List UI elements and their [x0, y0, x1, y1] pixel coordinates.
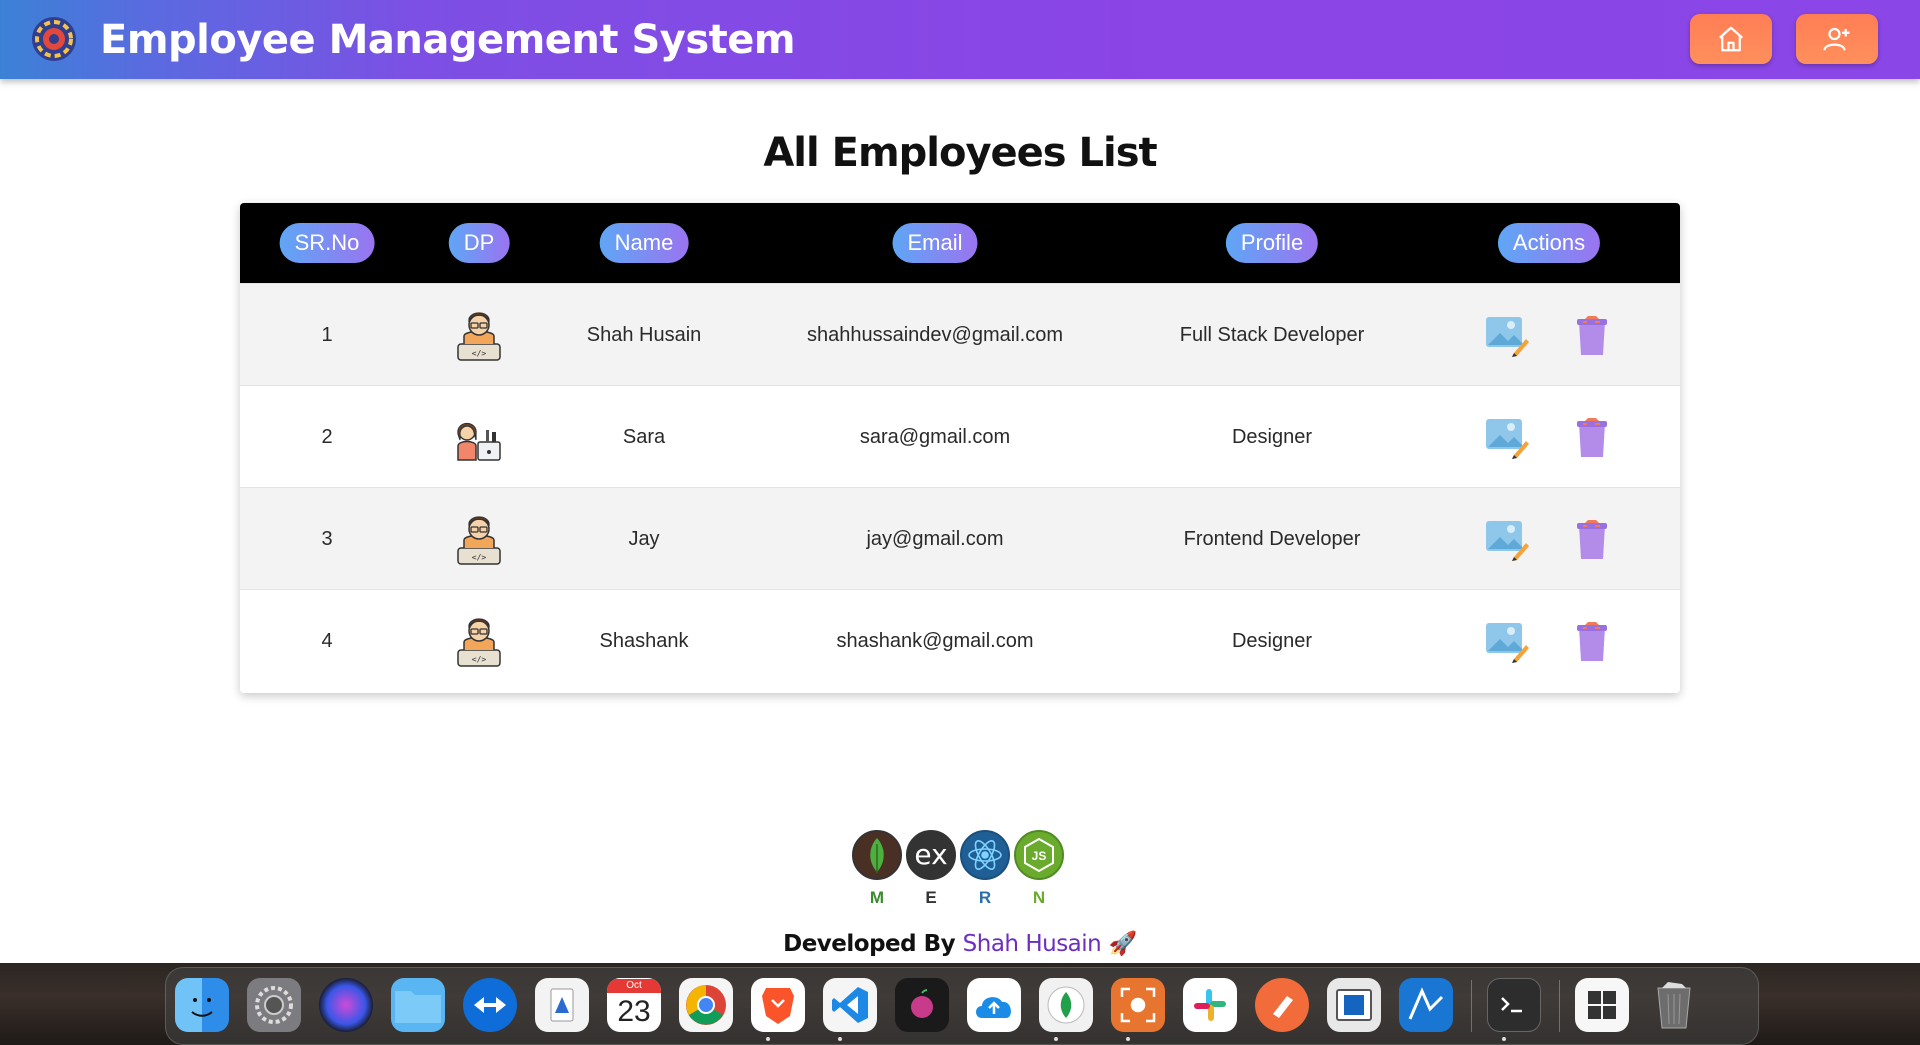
- avatar-female-developer-icon: [457, 422, 501, 461]
- cell-name: Jay: [628, 528, 660, 550]
- cell-srno: 4: [321, 630, 333, 652]
- preview-icon[interactable]: [535, 978, 589, 1032]
- table-row: 4 </> Shashank shashank@gmail.com Design…: [240, 589, 1680, 691]
- add-employee-button[interactable]: [1796, 14, 1878, 64]
- teamviewer-icon[interactable]: [463, 978, 517, 1032]
- edit-icon[interactable]: [1484, 315, 1530, 357]
- cell-name: Shashank: [599, 630, 689, 652]
- employees-table: SR.No DP Name Email Profile Actions 1 </…: [240, 203, 1680, 693]
- column-header-actions: Actions: [1497, 223, 1601, 263]
- cell-email: shahhussaindev@gmail.com: [807, 324, 1063, 346]
- cloud-upload-icon[interactable]: [967, 978, 1021, 1032]
- delete-icon[interactable]: [1569, 315, 1615, 357]
- stack-letter-m: M: [869, 888, 885, 907]
- svg-text:</>: </>: [472, 553, 487, 562]
- mongodb-compass-icon[interactable]: [1039, 978, 1093, 1032]
- table-header: SR.No DP Name Email Profile Actions: [240, 203, 1680, 283]
- delete-icon[interactable]: [1569, 621, 1615, 663]
- cell-name: Sara: [622, 426, 666, 448]
- developer-credit: Developed By Shah Husain 🚀: [0, 930, 1920, 957]
- column-header-profile: Profile: [1225, 223, 1319, 263]
- avatar-male-developer-icon: </>: [457, 516, 501, 565]
- chrome-icon[interactable]: [679, 978, 733, 1032]
- stack-letter-n: N: [1032, 888, 1046, 907]
- cell-email: shashank@gmail.com: [836, 630, 1034, 652]
- slack-icon[interactable]: [1183, 978, 1237, 1032]
- table-row: 2 Sara sara@gmail.com Designer: [240, 385, 1680, 487]
- column-header-name: Name: [599, 223, 689, 263]
- vscode-icon[interactable]: [823, 978, 877, 1032]
- react-icon: [960, 830, 1010, 880]
- calendar-icon[interactable]: Oct 23: [607, 978, 661, 1032]
- siri-icon[interactable]: [319, 978, 373, 1032]
- dock-separator: [1559, 980, 1560, 1032]
- author-link[interactable]: Shah Husain: [963, 931, 1102, 957]
- cell-profile: Full Stack Developer: [1179, 324, 1365, 346]
- avatar-male-developer-icon: </>: [457, 618, 501, 667]
- app-logo-icon: [32, 17, 76, 61]
- express-icon: ex: [906, 830, 956, 880]
- mern-stack-logos: ex JS: [852, 830, 1072, 890]
- table-row: 3 </> Jay jay@gmail.com Frontend Develop…: [240, 487, 1680, 589]
- table-row: 1 </> Shah Husain shahhussaindev@gmail.c…: [240, 283, 1680, 385]
- cell-profile: Designer: [1231, 426, 1313, 448]
- cell-srno: 2: [321, 426, 333, 448]
- running-indicator: [1126, 1037, 1130, 1041]
- brave-icon[interactable]: [751, 978, 805, 1032]
- cell-profile: Frontend Developer: [1183, 528, 1361, 550]
- system-preferences-icon[interactable]: [247, 978, 301, 1032]
- cell-name: Shah Husain: [586, 324, 702, 346]
- rocket-icon: 🚀: [1108, 931, 1138, 957]
- trash-icon[interactable]: [1647, 978, 1701, 1032]
- home-icon: [1719, 26, 1743, 52]
- cell-email: jay@gmail.com: [866, 528, 1004, 550]
- edit-icon[interactable]: [1484, 417, 1530, 459]
- running-indicator: [838, 1037, 842, 1041]
- finder-icon[interactable]: [175, 978, 229, 1032]
- cell-profile: Designer: [1231, 630, 1313, 652]
- page-title: All Employees List: [763, 130, 1157, 176]
- app-title: Employee Management System: [100, 17, 796, 63]
- delete-icon[interactable]: [1569, 519, 1615, 561]
- virtualbox-icon[interactable]: [1327, 978, 1381, 1032]
- svg-text:JS: JS: [1032, 849, 1047, 863]
- delete-icon[interactable]: [1569, 417, 1615, 459]
- screenshot-icon[interactable]: [1111, 978, 1165, 1032]
- stack-letter-e: E: [925, 888, 937, 907]
- column-header-email: Email: [892, 223, 978, 263]
- terminal-icon[interactable]: [1487, 978, 1541, 1032]
- running-indicator: [1054, 1037, 1058, 1041]
- home-button[interactable]: [1690, 14, 1772, 64]
- svg-text:</>: </>: [472, 349, 487, 358]
- macos-dock: Oct 23: [165, 967, 1759, 1045]
- stack-letter-r: R: [978, 888, 992, 907]
- running-indicator: [1502, 1037, 1506, 1041]
- testflight-icon[interactable]: [1399, 978, 1453, 1032]
- column-header-dp: DP: [448, 223, 510, 263]
- add-user-icon: [1823, 27, 1850, 51]
- developed-by-label: Developed By: [783, 931, 956, 957]
- files-icon[interactable]: [391, 978, 445, 1032]
- nodejs-icon: JS: [1014, 830, 1064, 880]
- app-header: Employee Management System: [0, 0, 1920, 79]
- cell-srno: 1: [321, 324, 333, 346]
- windows-icon[interactable]: [1575, 978, 1629, 1032]
- svg-text:</>: </>: [472, 655, 487, 664]
- avatar-male-developer-icon: </>: [457, 312, 501, 361]
- running-indicator: [766, 1037, 770, 1041]
- paw-icon[interactable]: [1255, 978, 1309, 1032]
- cell-srno: 3: [321, 528, 333, 550]
- column-header-srno: SR.No: [279, 223, 375, 263]
- apple-tv-icon[interactable]: [895, 978, 949, 1032]
- dock-separator: [1471, 980, 1472, 1032]
- edit-icon[interactable]: [1484, 621, 1530, 663]
- mongodb-icon: [852, 830, 902, 880]
- edit-icon[interactable]: [1484, 519, 1530, 561]
- cell-email: sara@gmail.com: [859, 426, 1011, 448]
